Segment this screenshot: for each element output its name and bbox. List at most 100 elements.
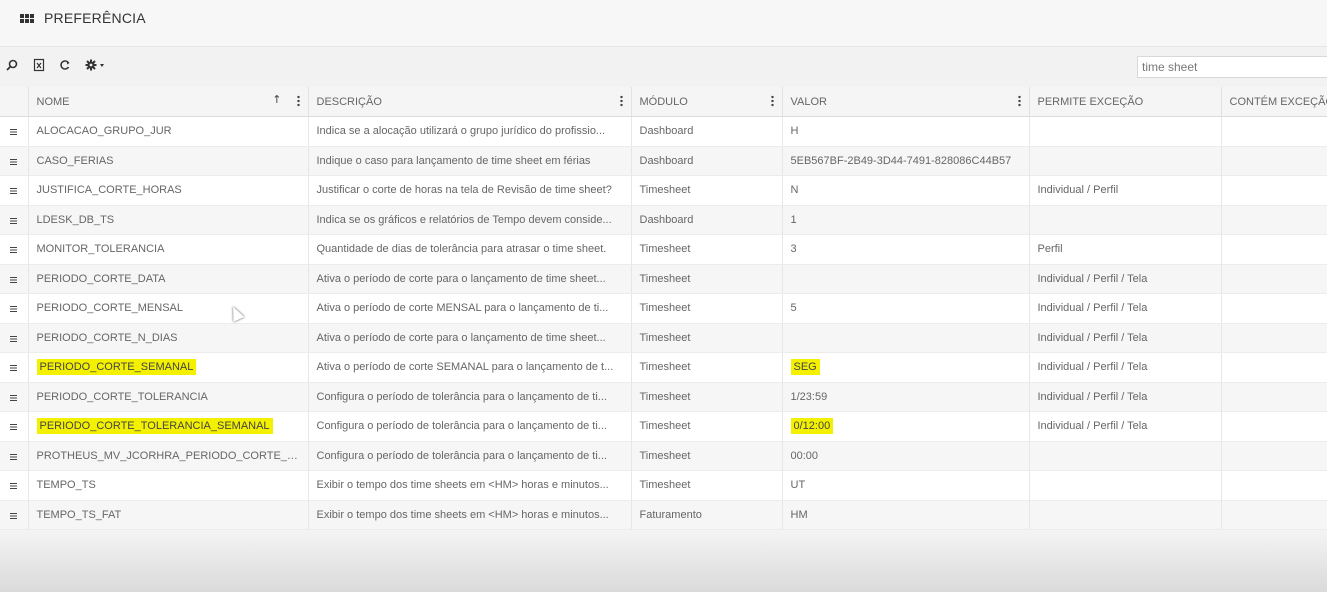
drag-handle-icon[interactable] xyxy=(10,158,18,165)
table-row[interactable]: TEMPO_TS Exibir o tempo dos time sheets e… xyxy=(0,470,1327,501)
row-handle[interactable] xyxy=(0,352,29,383)
cell-nome[interactable]: PERIODO_CORTE_SEMANAL xyxy=(28,352,309,383)
cell-valor[interactable]: H xyxy=(782,116,1030,147)
row-handle[interactable] xyxy=(0,441,29,471)
row-handle[interactable] xyxy=(0,293,29,324)
cell-nome[interactable]: TEMPO_TS_FAT xyxy=(28,500,309,530)
cell-nome[interactable]: PERIODO_CORTE_TOLERANCIA_SEMANAL xyxy=(28,411,309,442)
cell-valor[interactable]: 1/23:59 xyxy=(782,382,1030,412)
cell-modulo[interactable]: Timesheet xyxy=(631,382,783,412)
cell-descricao[interactable]: Configura o período de tolerância para o… xyxy=(308,441,632,471)
cell-permite-excecao[interactable] xyxy=(1029,146,1222,176)
drag-handle-icon[interactable] xyxy=(10,453,18,460)
table-row[interactable]: MONITOR_TOLERANCIA Quantidade de dias de … xyxy=(0,234,1327,265)
drag-handle-icon[interactable] xyxy=(10,483,18,490)
cell-descricao[interactable]: Configura o período de tolerância para o… xyxy=(308,411,632,442)
drag-handle-icon[interactable] xyxy=(10,365,18,372)
cell-contem-excecao[interactable] xyxy=(1221,116,1327,147)
drag-handle-icon[interactable] xyxy=(10,217,18,224)
cell-modulo[interactable]: Timesheet xyxy=(631,470,783,501)
drag-handle-icon[interactable] xyxy=(10,188,18,195)
cell-valor[interactable] xyxy=(782,323,1030,353)
table-row[interactable]: TEMPO_TS_FAT Exibir o tempo dos time shee… xyxy=(0,500,1327,530)
refresh-icon[interactable] xyxy=(57,58,73,74)
cell-nome[interactable]: MONITOR_TOLERANCIA xyxy=(28,234,309,265)
cell-descricao[interactable]: Ativa o período de corte MENSAL para o l… xyxy=(308,293,632,324)
cell-descricao[interactable]: Indique o caso para lançamento de time s… xyxy=(308,146,632,176)
drag-handle-icon[interactable] xyxy=(10,129,18,136)
cell-permite-excecao[interactable] xyxy=(1029,116,1222,147)
cell-contem-excecao[interactable] xyxy=(1221,205,1327,235)
settings-dropdown-icon[interactable] xyxy=(84,58,108,74)
cell-contem-excecao[interactable] xyxy=(1221,352,1327,383)
cell-contem-excecao[interactable] xyxy=(1221,470,1327,501)
row-handle[interactable] xyxy=(0,116,29,147)
cell-modulo[interactable]: Timesheet xyxy=(631,293,783,324)
cell-descricao[interactable]: Exibir o tempo dos time sheets em <HM> h… xyxy=(308,470,632,501)
cell-valor[interactable]: 3 xyxy=(782,234,1030,265)
table-row[interactable]: JUSTIFICA_CORTE_HORAS Justificar o corte … xyxy=(0,175,1327,206)
cell-descricao[interactable]: Ativa o período de corte para o lançamen… xyxy=(308,264,632,294)
cell-modulo[interactable]: Timesheet xyxy=(631,441,783,471)
cell-permite-excecao[interactable] xyxy=(1029,205,1222,235)
row-handle[interactable] xyxy=(0,234,29,265)
row-handle[interactable] xyxy=(0,205,29,235)
row-handle[interactable] xyxy=(0,411,29,442)
cell-modulo[interactable]: Timesheet xyxy=(631,323,783,353)
cell-valor[interactable] xyxy=(782,264,1030,294)
cell-contem-excecao[interactable] xyxy=(1221,234,1327,265)
column-menu-icon[interactable] xyxy=(770,95,774,107)
sort-ascending-icon[interactable]: ↑ xyxy=(272,93,281,106)
column-header-modulo[interactable]: MÓDULO xyxy=(631,87,783,117)
cell-permite-excecao[interactable]: Individual / Perfil / Tela xyxy=(1029,293,1222,324)
cell-valor[interactable]: N xyxy=(782,175,1030,206)
cell-modulo[interactable]: Dashboard xyxy=(631,116,783,147)
table-row[interactable]: LDESK_DB_TS Indica se os gráficos e relat… xyxy=(0,205,1327,235)
table-row[interactable]: PERIODO_CORTE_DATA Ativa o período de cor… xyxy=(0,264,1327,294)
cell-modulo[interactable]: Timesheet xyxy=(631,175,783,206)
row-handle[interactable] xyxy=(0,264,29,294)
column-header-permite-excecao[interactable]: PERMITE EXCEÇÃO xyxy=(1029,87,1222,117)
cell-permite-excecao[interactable]: Individual / Perfil / Tela xyxy=(1029,411,1222,442)
table-row[interactable]: PERIODO_CORTE_MENSAL Ativa o período de c… xyxy=(0,293,1327,324)
column-menu-icon[interactable] xyxy=(296,95,300,107)
cell-nome[interactable]: LDESK_DB_TS xyxy=(28,205,309,235)
table-row[interactable]: PERIODO_CORTE_TOLERANCIA Configura o perí… xyxy=(0,382,1327,412)
table-row[interactable]: PERIODO_CORTE_TOLERANCIA_SEMANAL Configur… xyxy=(0,411,1327,442)
cell-modulo[interactable]: Dashboard xyxy=(631,146,783,176)
cell-descricao[interactable]: Exibir o tempo dos time sheets em <HM> h… xyxy=(308,500,632,530)
row-handle[interactable] xyxy=(0,146,29,176)
cell-permite-excecao[interactable]: Individual / Perfil / Tela xyxy=(1029,352,1222,383)
row-handle[interactable] xyxy=(0,323,29,353)
row-handle[interactable] xyxy=(0,175,29,206)
cell-descricao[interactable]: Indica se a alocação utilizará o grupo j… xyxy=(308,116,632,147)
cell-modulo[interactable]: Faturamento xyxy=(631,500,783,530)
cell-nome[interactable]: PROTHEUS_MV_JCORHRA_PERIODO_CORTE_TOLE..… xyxy=(28,441,309,471)
cell-valor[interactable]: HM xyxy=(782,500,1030,530)
cell-nome[interactable]: PERIODO_CORTE_TOLERANCIA xyxy=(28,382,309,412)
cell-contem-excecao[interactable] xyxy=(1221,293,1327,324)
cell-modulo[interactable]: Timesheet xyxy=(631,352,783,383)
cell-nome[interactable]: CASO_FERIAS xyxy=(28,146,309,176)
row-handle[interactable] xyxy=(0,382,29,412)
cell-descricao[interactable]: Ativa o período de corte para o lançamen… xyxy=(308,323,632,353)
cell-permite-excecao[interactable]: Individual / Perfil / Tela xyxy=(1029,264,1222,294)
drag-handle-icon[interactable] xyxy=(10,276,18,283)
cell-modulo[interactable]: Dashboard xyxy=(631,205,783,235)
cell-nome[interactable]: PERIODO_CORTE_DATA xyxy=(28,264,309,294)
cell-contem-excecao[interactable] xyxy=(1221,500,1327,530)
cell-contem-excecao[interactable] xyxy=(1221,323,1327,353)
cell-contem-excecao[interactable] xyxy=(1221,411,1327,442)
cell-descricao[interactable]: Quantidade de dias de tolerância para at… xyxy=(308,234,632,265)
cell-descricao[interactable]: Justificar o corte de horas na tela de R… xyxy=(308,175,632,206)
cell-permite-excecao[interactable] xyxy=(1029,500,1222,530)
drag-handle-icon[interactable] xyxy=(10,306,18,313)
cell-nome[interactable]: TEMPO_TS xyxy=(28,470,309,501)
cell-contem-excecao[interactable] xyxy=(1221,441,1327,471)
drag-handle-icon[interactable] xyxy=(10,424,18,431)
table-row[interactable]: PERIODO_CORTE_N_DIAS Ativa o período de c… xyxy=(0,323,1327,353)
cell-permite-excecao[interactable] xyxy=(1029,441,1222,471)
column-header-nome[interactable]: NOME ↑ xyxy=(28,87,309,117)
search-icon[interactable] xyxy=(4,58,20,74)
row-handle[interactable] xyxy=(0,470,29,501)
